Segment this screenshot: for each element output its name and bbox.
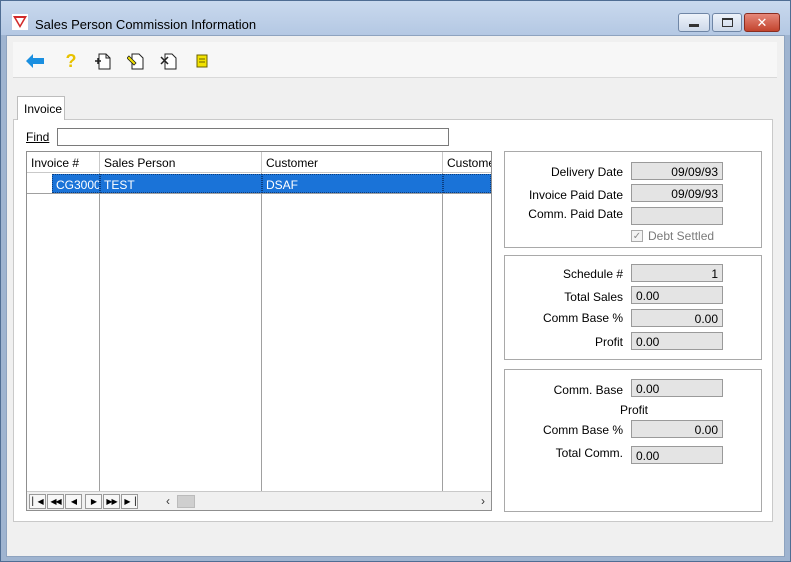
note-button[interactable]: [192, 51, 212, 71]
total-comm-label: Total Comm.: [555, 446, 623, 460]
comm-base-label: Comm. Base: [553, 383, 623, 397]
cell-invoice[interactable]: CG300000: [52, 174, 100, 193]
cell-customer-2[interactable]: [443, 174, 491, 193]
comm-base-field[interactable]: 0.00: [631, 379, 723, 397]
horizontal-scroll-thumb[interactable]: [177, 495, 195, 508]
total-comm-field[interactable]: 0.00: [631, 446, 723, 464]
delete-document-icon: [160, 53, 177, 70]
checkmark-icon: ✓: [631, 230, 643, 242]
edit-document-icon: [127, 53, 144, 70]
back-button[interactable]: [25, 51, 45, 71]
grid-header: Invoice # Sales Person Customer Customer: [27, 152, 491, 173]
commission-comm-base-pct-field[interactable]: 0.00: [631, 420, 723, 438]
comm-base-pct-field[interactable]: 0.00: [631, 309, 723, 327]
profit-label: Profit: [594, 335, 623, 349]
commission-profit-label: Profit: [620, 403, 649, 417]
note-icon: [196, 54, 208, 68]
find-input[interactable]: [57, 128, 449, 146]
scroll-right-icon[interactable]: ›: [477, 494, 489, 509]
next-record-icon: ▶: [90, 497, 97, 506]
nav-prev-page-button[interactable]: ◀◀: [47, 494, 64, 509]
cell-sales-person[interactable]: TEST: [100, 174, 262, 193]
debt-settled-label: Debt Settled: [648, 229, 715, 243]
commission-group: Comm. Base 0.00 Profit Comm Base % 0.00 …: [504, 369, 762, 512]
first-record-icon: ▏◀: [32, 497, 43, 506]
dates-group: Delivery Date 09/09/93 Invoice Paid Date…: [504, 151, 762, 248]
nav-prev-button[interactable]: ◀: [65, 494, 82, 509]
row-divider: [27, 193, 491, 194]
table-row[interactable]: CG300000 TEST DSAF: [27, 174, 491, 193]
nav-last-button[interactable]: ▶▕: [121, 494, 138, 509]
help-button[interactable]: ?: [61, 51, 81, 71]
invoice-panel: Find Invoice # Sales Person Customer Cus…: [13, 119, 773, 522]
invoice-grid: Invoice # Sales Person Customer Customer…: [26, 151, 492, 511]
column-header-customer[interactable]: Customer: [262, 152, 443, 173]
new-document-icon: [95, 53, 111, 70]
close-icon: ✕: [756, 15, 768, 30]
comm-paid-date-label: Comm. Paid Date: [528, 207, 623, 221]
schedule-field[interactable]: 1: [631, 264, 723, 282]
comm-base-pct-label: Comm Base %: [542, 311, 623, 325]
column-divider: [442, 173, 443, 491]
prev-page-icon: ◀◀: [50, 497, 61, 506]
close-button[interactable]: ✕: [744, 13, 780, 32]
comm-paid-date-field[interactable]: [631, 207, 723, 225]
total-sales-label: Total Sales: [564, 290, 623, 304]
schedule-label: Schedule #: [562, 267, 623, 281]
scroll-left-icon[interactable]: ‹: [162, 494, 174, 509]
debt-settled-checkbox[interactable]: ✓ Debt Settled: [631, 229, 714, 243]
app-window: Sales Person Commission Information ✕ ?: [0, 0, 791, 562]
nav-first-button[interactable]: ▏◀: [29, 494, 46, 509]
delete-record-button[interactable]: [159, 51, 179, 71]
find-label: Find: [26, 130, 50, 144]
nav-next-page-button[interactable]: ▶▶: [103, 494, 120, 509]
title-bar[interactable]: Sales Person Commission Information ✕: [1, 1, 790, 35]
nav-next-button[interactable]: ▶: [85, 494, 102, 509]
cell-customer[interactable]: DSAF: [262, 174, 443, 193]
prev-record-icon: ◀: [70, 497, 77, 506]
column-divider: [99, 173, 100, 491]
next-page-icon: ▶▶: [106, 497, 117, 506]
column-header-sales-person[interactable]: Sales Person: [100, 152, 262, 173]
client-area: ? Invoice Find Invoice # Sales Person Cu…: [6, 35, 785, 557]
edit-record-button[interactable]: [126, 51, 146, 71]
delivery-date-field[interactable]: 09/09/93: [631, 162, 723, 180]
profit-field[interactable]: 0.00: [631, 332, 723, 350]
total-sales-field[interactable]: 0.00: [631, 286, 723, 304]
minimize-button[interactable]: [678, 13, 710, 32]
maximize-icon: [721, 18, 733, 27]
row-indicator: [27, 174, 52, 193]
column-header-customer-2[interactable]: Customer: [443, 152, 491, 173]
help-icon: ?: [65, 51, 77, 71]
delivery-date-label: Delivery Date: [550, 165, 623, 179]
maximize-button[interactable]: [712, 13, 742, 32]
sales-group: Schedule # 1 Total Sales 0.00 Comm Base …: [504, 255, 762, 360]
tab-invoice[interactable]: Invoice: [17, 96, 65, 120]
invoice-paid-date-field[interactable]: 09/09/93: [631, 184, 723, 202]
toolbar: ?: [13, 42, 777, 78]
window-title: Sales Person Commission Information: [35, 17, 257, 32]
column-divider: [261, 173, 262, 491]
grid-navigation-bar: ▏◀ ◀◀ ◀ ▶ ▶▶ ▶▕ ‹ ›: [27, 491, 491, 510]
app-logo-icon: [12, 14, 28, 30]
commission-comm-base-pct-label: Comm Base %: [542, 423, 623, 437]
minimize-icon: [689, 24, 699, 27]
column-header-invoice[interactable]: Invoice #: [27, 152, 100, 173]
new-record-button[interactable]: [93, 51, 113, 71]
back-arrow-icon: [26, 54, 44, 68]
last-record-icon: ▶▕: [124, 497, 135, 506]
invoice-paid-date-label: Invoice Paid Date: [528, 188, 623, 202]
